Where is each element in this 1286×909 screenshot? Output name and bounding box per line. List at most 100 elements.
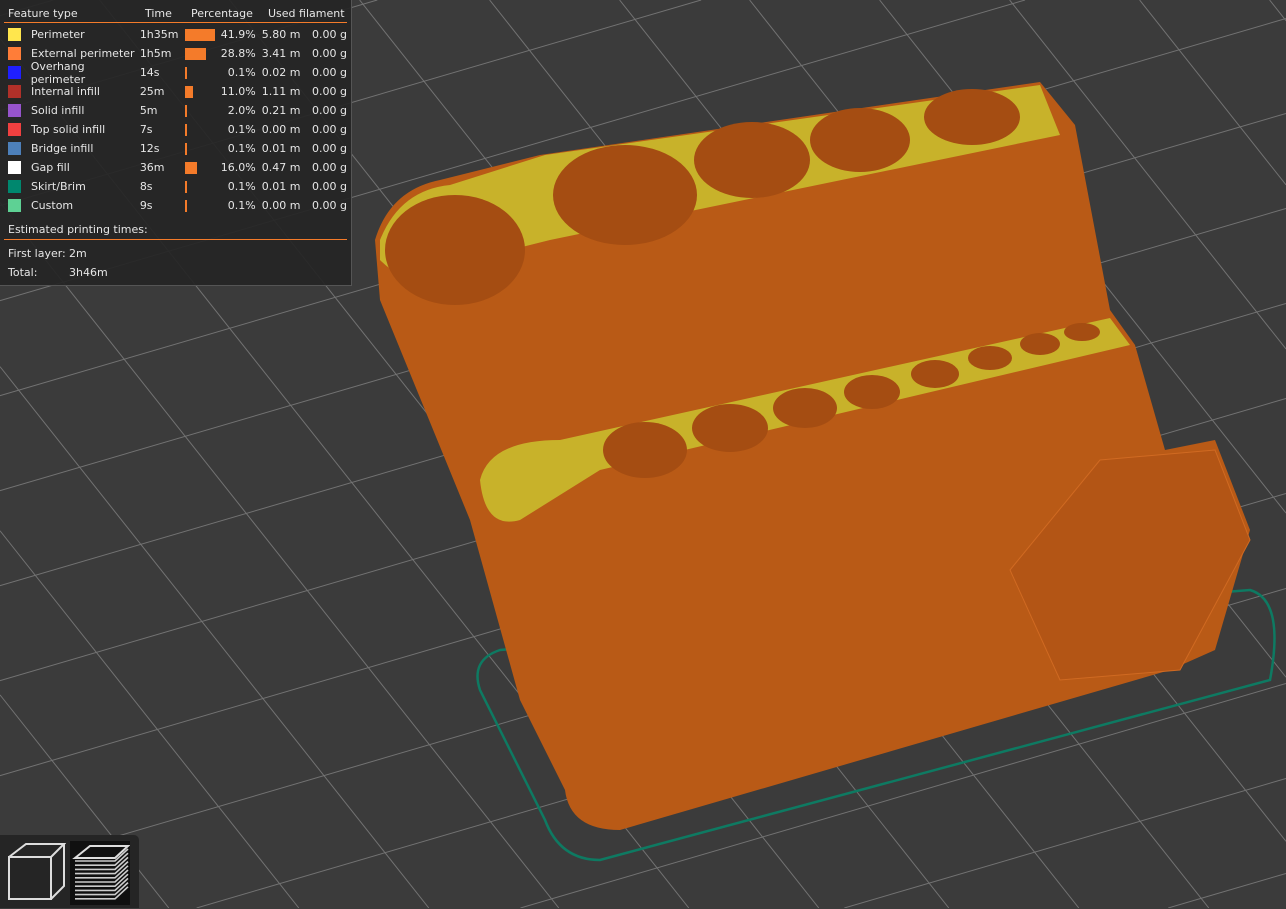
- percentage-bar: [185, 142, 187, 155]
- percentage-bar: [185, 123, 187, 136]
- feature-name: External perimeter: [31, 47, 135, 60]
- legend-header: Feature type Time Percentage Used filame…: [4, 4, 347, 23]
- feature-length: 0.01 m: [261, 142, 301, 155]
- color-swatch: [8, 161, 21, 174]
- legend-row-perimeter: Perimeter 1h35m 41.9% 5.80 m 0.00 g: [4, 25, 347, 44]
- feature-time: 5m: [139, 104, 158, 117]
- feature-length: 0.47 m: [261, 161, 301, 174]
- feature-percentage: 41.9%: [220, 28, 256, 41]
- layers-view-button[interactable]: [70, 841, 131, 905]
- layer-line: [75, 856, 129, 871]
- feature-name: Solid infill: [31, 104, 85, 117]
- hole: [968, 346, 1012, 370]
- hole: [924, 89, 1020, 145]
- grid-line: [0, 366, 430, 908]
- hole: [844, 375, 900, 409]
- percentage-bar: [185, 180, 187, 193]
- feature-length: 1.11 m: [261, 85, 301, 98]
- feature-weight: 0.00 g: [312, 28, 347, 41]
- layer-line: [75, 877, 129, 892]
- feature-weight: 0.00 g: [312, 47, 347, 60]
- feature-percentage: 16.0%: [220, 161, 256, 174]
- color-swatch: [8, 104, 21, 117]
- color-swatch: [8, 66, 21, 79]
- feature-weight: 0.00 g: [312, 123, 347, 136]
- layer-line: [75, 852, 129, 866]
- hole: [773, 388, 837, 428]
- color-swatch: [8, 142, 21, 155]
- legend-row-solid-infill: Solid infill 5m 2.0% 0.21 m 0.00 g: [4, 101, 347, 120]
- header-feature-type: Feature type: [8, 6, 78, 20]
- legend-row-top-solid-infill: Top solid infill 7s 0.1% 0.00 m 0.00 g: [4, 120, 347, 139]
- layer-line: [75, 865, 129, 879]
- hole: [1064, 323, 1100, 341]
- feature-weight: 0.00 g: [312, 66, 347, 79]
- color-swatch: [8, 85, 21, 98]
- feature-weight: 0.00 g: [312, 104, 347, 117]
- grid-line: [1139, 0, 1286, 186]
- feature-weight: 0.00 g: [312, 180, 347, 193]
- color-swatch: [8, 199, 21, 212]
- total-label: Total:: [8, 266, 38, 279]
- percentage-bar: [185, 66, 187, 79]
- percentage-bar: [185, 161, 197, 174]
- grid-line: [1269, 0, 1286, 22]
- cube-3d-view-icon: [8, 843, 67, 900]
- percentage-bar: [185, 85, 194, 98]
- hole: [603, 422, 687, 478]
- percentage-bar: [185, 104, 187, 117]
- feature-name: Perimeter: [31, 28, 85, 41]
- feature-time: 8s: [139, 180, 153, 193]
- feature-percentage: 11.0%: [220, 85, 256, 98]
- feature-percentage: 0.1%: [227, 123, 256, 136]
- feature-name: Gap fill: [31, 161, 70, 174]
- first-layer-time: First layer: 2m: [4, 244, 347, 263]
- percentage-bar: [185, 199, 187, 212]
- legend-rows: Perimeter 1h35m 41.9% 5.80 m 0.00 g Exter…: [4, 25, 347, 215]
- feature-weight: 0.00 g: [312, 199, 347, 212]
- feature-length: 0.00 m: [261, 123, 301, 136]
- feature-time: 25m: [139, 85, 165, 98]
- feature-time: 12s: [139, 142, 160, 155]
- total-time: Total: 3h46m: [4, 263, 347, 282]
- layers-view-icon: [72, 845, 131, 900]
- legend-row-skirt-brim: Skirt/Brim 8s 0.1% 0.01 m 0.00 g: [4, 177, 347, 196]
- feature-percentage: 0.1%: [227, 66, 256, 79]
- grid-line: [844, 777, 1286, 908]
- hole: [911, 360, 959, 388]
- feature-time: 36m: [139, 161, 165, 174]
- feature-length: 0.00 m: [261, 199, 301, 212]
- feature-weight: 0.00 g: [312, 142, 347, 155]
- 3d-view-button[interactable]: [6, 841, 67, 905]
- header-percentage: Percentage: [191, 6, 253, 20]
- layer-line: [75, 861, 129, 875]
- sliced-model: [375, 82, 1276, 862]
- view-toolbar: [0, 835, 139, 908]
- legend-row-overhang-perimeter: Overhang perimeter 14s 0.1% 0.02 m 0.00 …: [4, 60, 347, 86]
- feature-weight: 0.00 g: [312, 85, 347, 98]
- header-time: Time: [145, 6, 172, 20]
- estimated-times-title: Estimated printing times:: [4, 223, 347, 240]
- color-swatch: [8, 180, 21, 193]
- feature-name: Bridge infill: [31, 142, 94, 155]
- layer-line: [75, 882, 129, 896]
- feature-percentage: 0.1%: [227, 142, 256, 155]
- color-swatch: [8, 47, 21, 60]
- feature-time: 14s: [139, 66, 160, 79]
- feature-percentage: 28.8%: [220, 47, 256, 60]
- feature-name: Internal infill: [31, 85, 100, 98]
- feature-length: 0.01 m: [261, 180, 301, 193]
- total-value: 3h46m: [69, 266, 108, 279]
- percentage-bar: [185, 47, 207, 60]
- hole: [1020, 333, 1060, 355]
- feature-time: 7s: [139, 123, 153, 136]
- percentage-bar: [185, 28, 216, 41]
- first-layer-value: 2m: [69, 247, 87, 260]
- feature-length: 0.02 m: [261, 66, 301, 79]
- hole: [553, 145, 697, 245]
- legend-row-internal-infill: Internal infill 25m 11.0% 1.11 m 0.00 g: [4, 82, 347, 101]
- hole: [385, 195, 525, 305]
- feature-percentage: 2.0%: [227, 104, 256, 117]
- layer-line: [75, 873, 129, 887]
- feature-name: Skirt/Brim: [31, 180, 86, 193]
